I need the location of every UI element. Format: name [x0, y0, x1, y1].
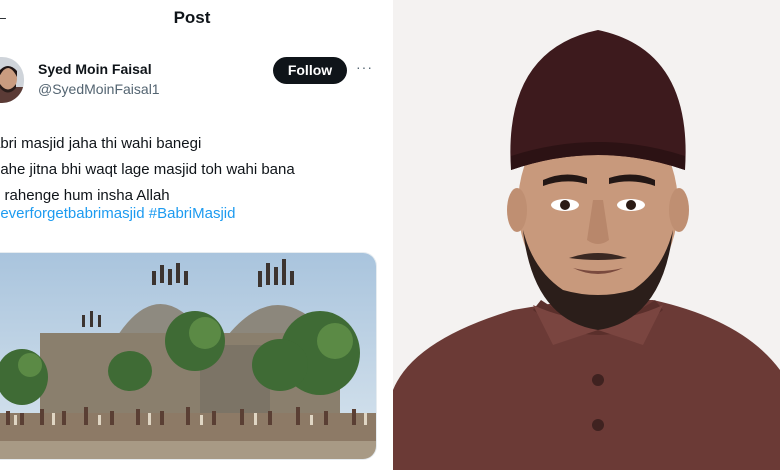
post-panel: ← Post Syed Moin Faisal @SyedMoinFaisal1…	[0, 0, 384, 470]
hashtag-link[interactable]: neverforgetbabrimasjid	[0, 205, 145, 222]
post-text-line: abri masjid jaha thi wahi banegi	[0, 135, 202, 152]
author-name[interactable]: Syed Moin Faisal	[38, 61, 152, 77]
hashtag-link[interactable]: #BabriMasjid	[149, 205, 236, 222]
hashtags: neverforgetbabrimasjid #BabriMasjid	[0, 205, 235, 222]
post-header: ← Post	[0, 0, 384, 36]
post-text: abri masjid jaha thi wahi banegi hahe ji…	[0, 131, 372, 209]
follow-button[interactable]: Follow	[273, 57, 347, 84]
more-horizontal-icon[interactable]: ···	[356, 59, 373, 75]
page-title: Post	[173, 8, 211, 27]
composite-image: ← Post Syed Moin Faisal @SyedMoinFaisal1…	[0, 0, 780, 470]
portrait-photo	[393, 0, 780, 470]
post-text-line: hahe jitna bhi waqt lage masjid toh wahi…	[0, 161, 295, 178]
author-handle[interactable]: @SyedMoinFaisal1	[38, 81, 160, 97]
avatar[interactable]	[0, 57, 24, 103]
post-photo[interactable]	[0, 252, 377, 460]
